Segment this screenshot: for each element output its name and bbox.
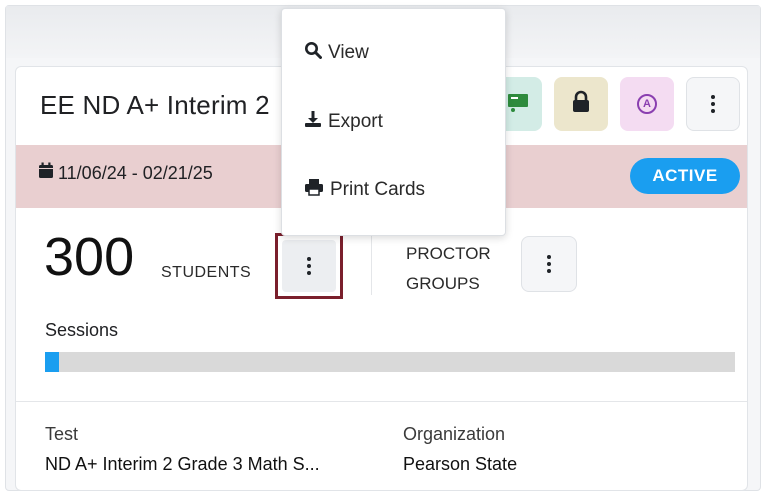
student-count: 300 [44, 227, 135, 287]
card-more-button[interactable] [686, 77, 740, 131]
sessions-progress-bar [45, 352, 735, 372]
students-menu-button-inner[interactable] [282, 240, 336, 292]
lock-button[interactable] [554, 77, 608, 131]
menu-item-view[interactable]: View [304, 41, 369, 65]
students-dropdown-menu: View Export Print Cards [281, 8, 506, 236]
menu-item-print-cards-label: Print Cards [330, 179, 426, 200]
menu-item-print-cards[interactable]: Print Cards [304, 178, 425, 202]
date-range: 11/06/24 - 02/21/25 [38, 162, 213, 184]
proctor-groups-label: PROCTOR GROUPS [406, 239, 516, 299]
download-icon [304, 110, 322, 134]
students-menu-button[interactable] [275, 233, 343, 299]
proctor-groups-menu-button[interactable] [521, 236, 577, 292]
menu-item-export[interactable]: Export [304, 110, 383, 134]
menu-item-view-label: View [328, 42, 369, 63]
more-vertical-icon [711, 95, 715, 113]
lock-icon [570, 90, 592, 119]
organization-label: Organization [403, 424, 506, 444]
card-title: EE ND A+ Interim 2 [40, 90, 270, 120]
students-label: STUDENTS [161, 264, 252, 281]
sessions-progress-fill [45, 352, 59, 372]
print-icon [304, 178, 324, 202]
organization-value: Pearson State [403, 454, 518, 474]
proctor-label-line2: GROUPS [406, 274, 480, 293]
details-divider [16, 401, 747, 402]
search-icon [304, 41, 322, 65]
status-badge: ACTIVE [630, 158, 740, 194]
menu-item-export-label: Export [328, 111, 383, 132]
assessment-button[interactable]: A [620, 77, 674, 131]
assessment-icon: A [637, 94, 657, 114]
more-vertical-icon [307, 257, 311, 275]
sessions-label: Sessions [45, 320, 119, 340]
date-range-text: 11/06/24 - 02/21/25 [58, 162, 213, 183]
test-label: Test [45, 424, 79, 444]
stats-divider [371, 235, 372, 295]
presentation-icon [507, 92, 529, 117]
more-vertical-icon [547, 255, 551, 273]
calendar-icon [38, 162, 54, 184]
test-value: ND A+ Interim 2 Grade 3 Math S... [45, 454, 320, 474]
proctor-label-line1: PROCTOR [406, 244, 491, 263]
